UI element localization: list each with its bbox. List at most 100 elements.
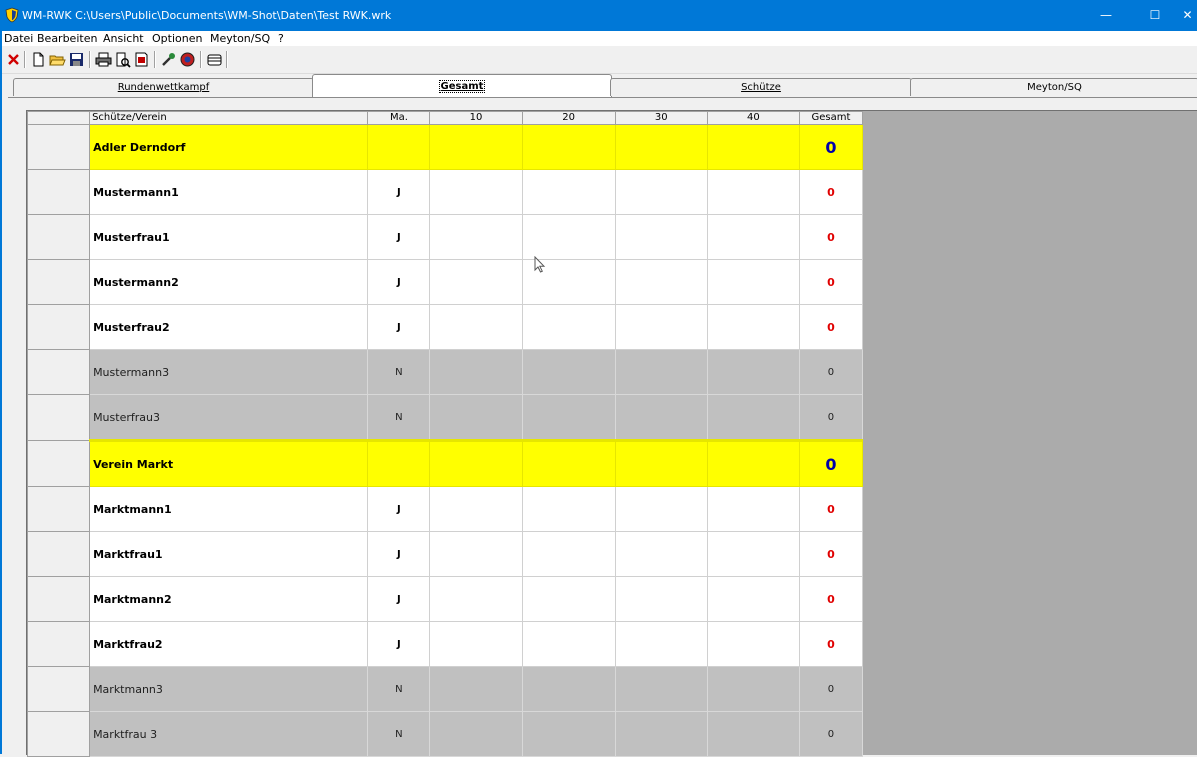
globe-icon[interactable] <box>179 51 196 68</box>
save-icon[interactable] <box>68 51 85 68</box>
shooter-name-cell[interactable]: Musterfrau1 <box>89 214 369 260</box>
row-header[interactable] <box>26 621 91 667</box>
row-header[interactable] <box>26 259 91 305</box>
score-cell-30[interactable] <box>614 349 708 395</box>
score-cell-10[interactable] <box>429 621 523 667</box>
shooter-name-cell[interactable]: Marktmann3 <box>89 666 369 712</box>
minimize-button[interactable]: — <box>1088 0 1124 31</box>
ma-cell[interactable] <box>367 439 431 487</box>
ma-cell[interactable]: N <box>367 711 431 757</box>
total-cell[interactable]: 0 <box>798 576 864 622</box>
score-cell-30[interactable] <box>614 304 708 350</box>
score-cell-20[interactable] <box>521 124 616 170</box>
shooter-row[interactable]: Marktfrau1 J 0 <box>26 531 864 577</box>
score-cell-20[interactable] <box>521 666 616 712</box>
total-cell[interactable]: 0 <box>798 486 864 532</box>
score-cell-30[interactable] <box>614 439 708 487</box>
total-cell[interactable]: 0 <box>798 304 864 350</box>
row-header[interactable] <box>26 169 91 215</box>
score-cell-40[interactable] <box>706 259 800 305</box>
score-cell-30[interactable] <box>614 259 708 305</box>
column-header-20[interactable]: 20 <box>521 111 616 125</box>
score-cell-20[interactable] <box>521 304 616 350</box>
shooter-name-cell[interactable]: Musterfrau3 <box>89 394 369 441</box>
row-header[interactable] <box>26 711 91 757</box>
score-cell-30[interactable] <box>614 394 708 441</box>
close-window-button[interactable]: ✕ <box>1178 0 1197 31</box>
score-cell-40[interactable] <box>706 304 800 350</box>
tab-rundenwettkampf[interactable]: Rundenwettkampf <box>13 78 314 96</box>
shooter-name-cell[interactable]: Mustermann3 <box>89 349 369 395</box>
score-cell-10[interactable] <box>429 531 523 577</box>
score-cell-10[interactable] <box>429 349 523 395</box>
export-pdf-icon[interactable] <box>133 51 150 68</box>
shooter-name-cell[interactable]: Marktmann2 <box>89 576 369 622</box>
row-header[interactable] <box>26 394 91 441</box>
open-folder-icon[interactable] <box>49 51 66 68</box>
total-cell[interactable]: 0 <box>798 711 864 757</box>
score-cell-10[interactable] <box>429 169 523 215</box>
maximize-button[interactable]: ☐ <box>1137 0 1173 31</box>
score-cell-20[interactable] <box>521 439 616 487</box>
total-cell[interactable]: 0 <box>798 394 864 441</box>
ma-cell[interactable]: N <box>367 394 431 441</box>
score-cell-30[interactable] <box>614 621 708 667</box>
card-icon[interactable] <box>206 51 223 68</box>
shooter-name-cell[interactable]: Marktmann1 <box>89 486 369 532</box>
score-cell-40[interactable] <box>706 439 800 487</box>
tab-meyton-sq[interactable]: Meyton/SQ <box>910 78 1197 96</box>
ma-cell[interactable]: J <box>367 169 431 215</box>
ma-cell[interactable]: J <box>367 621 431 667</box>
row-header[interactable] <box>26 440 91 487</box>
shooter-row[interactable]: Marktfrau 3N 0 <box>26 711 864 757</box>
club-name-cell[interactable]: Verein Markt <box>89 439 369 487</box>
menu-help[interactable]: ? <box>278 31 284 46</box>
score-cell-40[interactable] <box>706 169 800 215</box>
score-cell-10[interactable] <box>429 486 523 532</box>
ma-cell[interactable]: N <box>367 349 431 395</box>
total-cell[interactable]: 0 <box>798 621 864 667</box>
score-cell-30[interactable] <box>614 214 708 260</box>
row-header[interactable] <box>26 576 91 622</box>
score-cell-10[interactable] <box>429 394 523 441</box>
score-cell-30[interactable] <box>614 124 708 170</box>
menu-meyton-sq[interactable]: Meyton/SQ <box>210 31 270 46</box>
print-preview-icon[interactable] <box>114 51 131 68</box>
total-cell[interactable]: 0 <box>798 169 864 215</box>
row-header[interactable] <box>26 304 91 350</box>
score-cell-10[interactable] <box>429 439 523 487</box>
club-name-cell[interactable]: Adler Derndorf <box>89 124 369 170</box>
score-cell-30[interactable] <box>614 576 708 622</box>
shooter-row[interactable]: Mustermann2 J 0 <box>26 259 864 305</box>
shooter-name-cell[interactable]: Mustermann1 <box>89 169 369 215</box>
score-cell-20[interactable] <box>521 711 616 757</box>
score-cell-10[interactable] <box>429 304 523 350</box>
menu-bearbeiten[interactable]: Bearbeiten <box>37 31 97 46</box>
row-header[interactable] <box>26 214 91 260</box>
shooter-row[interactable]: Marktmann3 N 0 <box>26 666 864 712</box>
row-header[interactable] <box>26 486 91 532</box>
shooter-row[interactable]: Musterfrau3 N 0 <box>26 394 864 441</box>
score-cell-40[interactable] <box>706 349 800 395</box>
score-cell-10[interactable] <box>429 666 523 712</box>
shooter-row[interactable]: Marktmann1 J 0 <box>26 486 864 532</box>
score-cell-30[interactable] <box>614 486 708 532</box>
menu-datei[interactable]: Datei <box>4 31 33 46</box>
total-cell[interactable]: 0 <box>798 214 864 260</box>
score-cell-10[interactable] <box>429 576 523 622</box>
column-header-gesamt[interactable]: Gesamt <box>798 111 864 125</box>
close-icon[interactable] <box>5 51 22 68</box>
row-header[interactable] <box>26 349 91 395</box>
club-row[interactable]: Verein Markt 0 <box>26 439 864 487</box>
ma-cell[interactable]: J <box>367 576 431 622</box>
ma-cell[interactable]: J <box>367 214 431 260</box>
menu-ansicht[interactable]: Ansicht <box>103 31 144 46</box>
ma-cell[interactable] <box>367 124 431 170</box>
score-cell-20[interactable] <box>521 349 616 395</box>
score-cell-20[interactable] <box>521 486 616 532</box>
column-header-30[interactable]: 30 <box>614 111 708 125</box>
shooter-name-cell[interactable]: Musterfrau2 <box>89 304 369 350</box>
shooter-name-cell[interactable]: Marktfrau1 <box>89 531 369 577</box>
score-cell-40[interactable] <box>706 394 800 441</box>
tab-schuetze[interactable]: Schütze <box>610 78 912 96</box>
